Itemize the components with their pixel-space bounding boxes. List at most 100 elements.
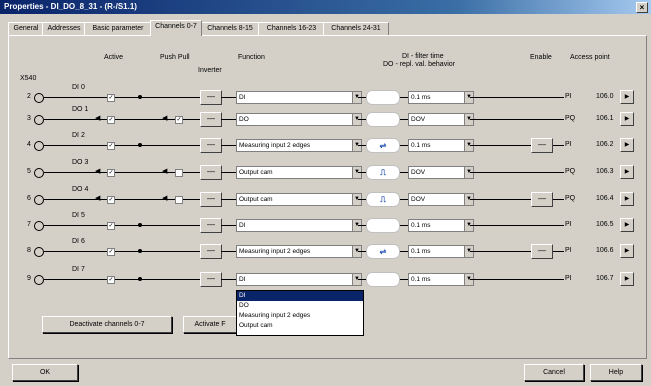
function-select[interactable]: DI ▼ xyxy=(236,273,362,286)
goto-arrow-icon[interactable]: ▶ xyxy=(620,272,634,286)
tab-channels-16-23[interactable]: Channels 16-23 xyxy=(258,22,325,35)
ok-button[interactable]: OK xyxy=(12,364,78,381)
address-value: 106.3 xyxy=(596,168,614,175)
tab-channels-8-15[interactable]: Channels 8-15 xyxy=(200,22,260,35)
active-checkbox[interactable]: ✓ xyxy=(107,276,115,284)
function-select[interactable]: Measuring input 2 edges ▼ xyxy=(236,245,362,258)
active-checkbox[interactable]: ✓ xyxy=(107,196,115,204)
signal-line xyxy=(470,119,564,120)
tab-basic-parameter[interactable]: Basic parameter xyxy=(84,22,152,35)
goto-arrow-icon[interactable]: ▶ xyxy=(620,218,634,232)
filter-value: 0.1 ms xyxy=(411,248,431,255)
function-indicator xyxy=(366,272,400,287)
function-select[interactable]: Output cam ▼ xyxy=(236,166,362,179)
function-value: DI xyxy=(239,276,246,283)
channel-label: DI 5 xyxy=(72,212,85,219)
filter-select[interactable]: 0.1 ms ▼ xyxy=(408,139,474,152)
signal-line xyxy=(470,172,564,173)
help-button[interactable]: Help xyxy=(590,364,642,381)
function-select[interactable]: Measuring input 2 edges ▼ xyxy=(236,139,362,152)
tab-channels-24-31[interactable]: Channels 24-31 xyxy=(323,22,389,35)
tab-general[interactable]: General xyxy=(8,22,44,35)
push-pull-checkbox[interactable] xyxy=(175,169,183,177)
address-value: 106.1 xyxy=(596,115,614,122)
signal-line xyxy=(221,97,236,98)
title-bar: Properties - DI_DO_8_31 - (R-/S1.1) × xyxy=(0,0,651,14)
function-value: DI xyxy=(239,94,246,101)
push-pull-checkbox[interactable]: ✓ xyxy=(175,116,183,124)
cancel-button[interactable]: Cancel xyxy=(524,364,584,381)
tab-addresses[interactable]: Addresses xyxy=(42,22,86,35)
active-checkbox[interactable]: ✓ xyxy=(107,222,115,230)
header-push-pull: Push Pull xyxy=(160,54,190,61)
inverter-button[interactable]: — xyxy=(200,272,222,287)
signal-dot xyxy=(138,223,142,227)
goto-arrow-icon[interactable]: ▶ xyxy=(620,138,634,152)
address-value: 106.0 xyxy=(596,93,614,100)
enable-button[interactable]: — xyxy=(531,192,553,207)
goto-arrow-icon[interactable]: ▶ xyxy=(620,244,634,258)
cam-icon: ⎍ xyxy=(380,168,386,177)
dropdown-option[interactable]: DI xyxy=(237,291,363,301)
function-indicator xyxy=(366,218,400,233)
function-select[interactable]: DI ▼ xyxy=(236,219,362,232)
push-pull-checkbox[interactable] xyxy=(175,196,183,204)
function-select[interactable]: Output cam ▼ xyxy=(236,193,362,206)
filter-select[interactable]: DOV ▼ xyxy=(408,193,474,206)
header-access-point: Access point xyxy=(570,54,610,61)
deactivate-channels-button[interactable]: Deactivate channels 0-7 xyxy=(42,316,172,333)
inverter-button[interactable]: — xyxy=(200,192,222,207)
filter-select[interactable]: DOV ▼ xyxy=(408,113,474,126)
function-select[interactable]: DI ▼ xyxy=(236,91,362,104)
activate-button[interactable]: Activate F xyxy=(183,316,237,333)
goto-arrow-icon[interactable]: ▶ xyxy=(620,90,634,104)
output-arrow-icon: ◀ xyxy=(95,195,101,202)
dropdown-option[interactable]: Measuring input 2 edges xyxy=(237,311,363,321)
tab-channels-0-7[interactable]: Channels 0-7 xyxy=(150,20,202,36)
active-checkbox[interactable]: ✓ xyxy=(107,142,115,150)
filter-select[interactable]: 0.1 ms ▼ xyxy=(408,219,474,232)
channel-row: 4 DI 2 ✓ — Measuring input 2 edges ▼ ⇌ 0.1 ms ▼ —… xyxy=(0,132,651,162)
enable-button[interactable]: — xyxy=(531,244,553,259)
terminal-icon xyxy=(34,275,44,285)
function-indicator: ⇌ xyxy=(366,138,400,153)
goto-arrow-icon[interactable]: ▶ xyxy=(620,165,634,179)
function-indicator: ⎍ xyxy=(366,165,400,180)
edges-icon: ⇌ xyxy=(379,247,387,256)
filter-select[interactable]: 0.1 ms ▼ xyxy=(408,245,474,258)
access-point-type: PI xyxy=(565,275,572,282)
signal-line xyxy=(470,225,564,226)
goto-arrow-icon[interactable]: ▶ xyxy=(620,192,634,206)
filter-value: 0.1 ms xyxy=(411,142,431,149)
active-checkbox[interactable]: ✓ xyxy=(107,248,115,256)
filter-value: 0.1 ms xyxy=(411,222,431,229)
active-checkbox[interactable]: ✓ xyxy=(107,169,115,177)
connector-label: X540 xyxy=(20,75,37,82)
goto-arrow-icon[interactable]: ▶ xyxy=(620,112,634,126)
function-select[interactable]: DO ▼ xyxy=(236,113,362,126)
signal-line xyxy=(470,279,564,280)
filter-select[interactable]: 0.1 ms ▼ xyxy=(408,273,474,286)
output-arrow-icon: ◀ xyxy=(95,168,101,175)
access-point-type: PQ xyxy=(565,195,576,202)
inverter-button[interactable]: — xyxy=(200,244,222,259)
inverter-button[interactable]: — xyxy=(200,138,222,153)
filter-select[interactable]: 0.1 ms ▼ xyxy=(408,91,474,104)
close-button[interactable]: × xyxy=(636,2,648,13)
filter-value: 0.1 ms xyxy=(411,276,431,283)
enable-button[interactable]: — xyxy=(531,138,553,153)
terminal-number: 6 xyxy=(27,195,31,202)
function-dropdown-list[interactable]: DI DO Measuring input 2 edges Output cam xyxy=(236,290,364,336)
inverter-button[interactable]: — xyxy=(200,218,222,233)
dropdown-option[interactable]: DO xyxy=(237,301,363,311)
signal-dot xyxy=(138,143,142,147)
inverter-button[interactable]: — xyxy=(200,90,222,105)
channel-row: 6 DO 4 ✓ ◀ ◀ — Output cam ▼ ⎍ DOV ▼ — PQ 106.4 ▶ xyxy=(0,186,651,216)
dropdown-option[interactable]: Output cam xyxy=(237,321,363,331)
inverter-button[interactable]: — xyxy=(200,165,222,180)
signal-line xyxy=(44,225,200,226)
inverter-button[interactable]: — xyxy=(200,112,222,127)
filter-select[interactable]: DOV ▼ xyxy=(408,166,474,179)
active-checkbox[interactable]: ✓ xyxy=(107,94,115,102)
active-checkbox[interactable]: ✓ xyxy=(107,116,115,124)
